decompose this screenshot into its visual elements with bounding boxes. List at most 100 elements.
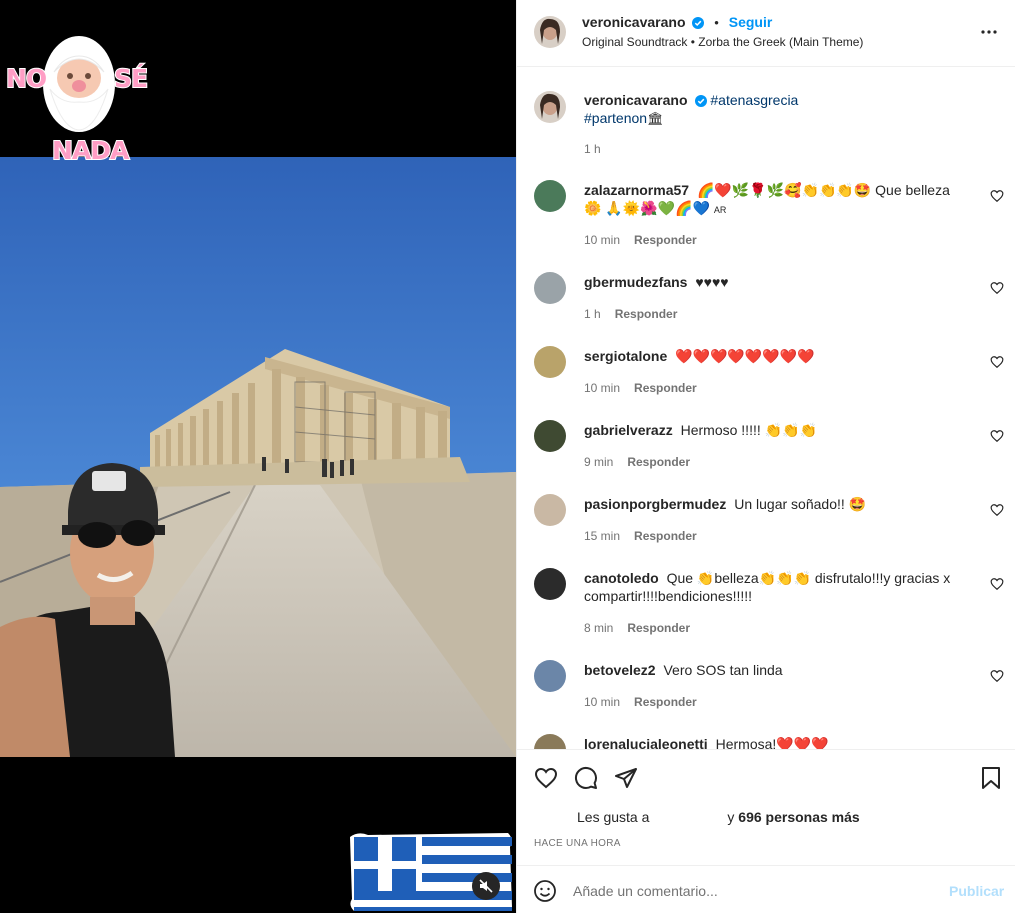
- comment-body: gabrielverazz Hermoso !!!!! 👏👏👏: [584, 421, 964, 439]
- comment-username[interactable]: canotoledo: [584, 570, 659, 586]
- comment-suffix: AR: [713, 205, 727, 215]
- comment-avatar[interactable]: [534, 346, 566, 378]
- hashtag-partenon[interactable]: #partenon: [584, 110, 647, 126]
- paper-plane-icon[interactable]: [614, 766, 638, 790]
- comment-time[interactable]: 10 min: [584, 381, 620, 395]
- comment-text: Hermosa!❤️❤️❤️: [715, 736, 829, 749]
- comment-like-heart-icon[interactable]: [990, 577, 1004, 591]
- comment-like-heart-icon[interactable]: [990, 429, 1004, 443]
- caption-username[interactable]: veronicavarano: [584, 92, 688, 108]
- comment-like-heart-icon[interactable]: [990, 189, 1004, 203]
- mute-button[interactable]: [472, 872, 500, 900]
- author-avatar[interactable]: [534, 16, 566, 48]
- comment-avatar[interactable]: [534, 494, 566, 526]
- comment-meta: 8 min Responder: [584, 621, 690, 635]
- likes-connector: y: [727, 809, 735, 825]
- comment-like-heart-icon[interactable]: [990, 669, 1004, 683]
- comment-like-heart-icon[interactable]: [990, 503, 1004, 517]
- comment-icon[interactable]: [574, 766, 598, 790]
- comment-username[interactable]: pasionporgbermudez: [584, 496, 726, 512]
- comment-text: Hermoso !!!!! 👏👏👏: [680, 422, 817, 438]
- reply-button[interactable]: Responder: [615, 307, 678, 321]
- post-photo: [0, 157, 516, 757]
- comment-like-heart-icon[interactable]: [990, 281, 1004, 295]
- comment-avatar[interactable]: [534, 660, 566, 692]
- likes-count[interactable]: 696 personas más: [738, 809, 859, 825]
- comment-avatar[interactable]: [534, 734, 566, 749]
- audio-track-link[interactable]: Original Soundtrack • Zorba the Greek (M…: [582, 35, 863, 49]
- comment-time[interactable]: 15 min: [584, 529, 620, 543]
- reply-button[interactable]: Responder: [634, 381, 697, 395]
- post-side-panel: veronicavarano • Seguir Original Soundtr…: [516, 0, 1015, 913]
- likes-prefix: Les gusta a: [577, 809, 650, 825]
- comment-avatar[interactable]: [534, 568, 566, 600]
- comment-time[interactable]: 8 min: [584, 621, 613, 635]
- caption-time: 1 h: [584, 142, 601, 156]
- temple-emoji: 🏛: [647, 111, 664, 126]
- comment-time[interactable]: 1 h: [584, 307, 601, 321]
- comment-meta: 1 h Responder: [584, 307, 677, 321]
- verified-badge-icon: [692, 17, 705, 29]
- post-timestamp[interactable]: HACE UNA HORA: [534, 838, 621, 849]
- add-comment-bar: Publicar: [517, 865, 1015, 913]
- follow-button[interactable]: Seguir: [729, 14, 773, 30]
- comment-body: sergiotalone ❤️❤️❤️❤️❤️❤️❤️❤️: [584, 347, 964, 365]
- comment-username[interactable]: betovelez2: [584, 662, 656, 678]
- comment-body: zalazarnorma57 🌈❤️🌿🌹🌿🥰👏👏👏🤩 Que belleza 🌼…: [584, 181, 964, 219]
- comments-list[interactable]: veronicavarano #atenasgrecia #partenon🏛 …: [517, 67, 1015, 749]
- smiley-icon[interactable]: [533, 879, 557, 903]
- comment-text: ❤️❤️❤️❤️❤️❤️❤️❤️: [675, 348, 815, 364]
- comment-input[interactable]: [573, 877, 933, 905]
- comment-body: pasionporgbermudez Un lugar soñado!! 🤩: [584, 495, 964, 513]
- reply-button[interactable]: Responder: [627, 455, 690, 469]
- likes-summary: Les gusta a y 696 personas más: [577, 809, 860, 825]
- comment-username[interactable]: zalazarnorma57: [584, 182, 689, 198]
- reply-button[interactable]: Responder: [634, 695, 697, 709]
- comment-text: Un lugar soñado!! 🤩: [734, 496, 867, 512]
- no-se-nada-sticker: NO SÉ NADA: [4, 30, 149, 170]
- comment-username[interactable]: lorenalucialeonetti: [584, 736, 708, 749]
- author-username[interactable]: veronicavarano: [582, 14, 686, 30]
- comment-meta: 10 min Responder: [584, 233, 697, 247]
- comment-meta: 10 min Responder: [584, 695, 697, 709]
- greek-flag-sticker: [350, 833, 512, 911]
- publish-button[interactable]: Publicar: [949, 883, 1004, 899]
- sticker-word-nada: NADA: [51, 135, 130, 166]
- comment-body: gbermudezfans ♥♥♥♥: [584, 273, 964, 291]
- verified-badge-icon: [694, 95, 707, 107]
- comment-avatar[interactable]: [534, 420, 566, 452]
- sticker-word-no: NO: [5, 63, 48, 94]
- comment-meta: 15 min Responder: [584, 529, 697, 543]
- caption-timestamp[interactable]: 1 h: [584, 142, 601, 156]
- comment-time[interactable]: 10 min: [584, 695, 620, 709]
- comment-text: ♥♥♥♥: [695, 274, 729, 290]
- comment-time[interactable]: 10 min: [584, 233, 620, 247]
- comment-body: lorenalucialeonetti Hermosa!❤️❤️❤️: [584, 735, 964, 749]
- sticker-word-se: SÉ: [113, 63, 149, 94]
- comment-avatar[interactable]: [534, 180, 566, 212]
- comment-like-heart-icon[interactable]: [990, 355, 1004, 369]
- comment-body: canotoledo Que 👏belleza👏👏👏 disfrutalo!!!…: [584, 569, 964, 605]
- post-media[interactable]: NO SÉ NADA: [0, 0, 516, 913]
- santa-face-icon: [43, 36, 115, 132]
- speaker-muted-icon: [479, 879, 493, 893]
- more-options-icon[interactable]: [979, 22, 999, 42]
- comment-username[interactable]: sergiotalone: [584, 348, 667, 364]
- comment-avatar[interactable]: [534, 272, 566, 304]
- header-title-line: veronicavarano • Seguir: [582, 14, 772, 30]
- reply-button[interactable]: Responder: [634, 529, 697, 543]
- comment-username[interactable]: gabrielverazz: [584, 422, 673, 438]
- post-header: veronicavarano • Seguir Original Soundtr…: [517, 0, 1015, 67]
- post-actions: Les gusta a y 696 personas más HACE UNA H…: [517, 749, 1015, 865]
- comment-username[interactable]: gbermudezfans: [584, 274, 687, 290]
- comment-text: Vero SOS tan linda: [663, 662, 783, 678]
- heart-icon[interactable]: [534, 766, 558, 790]
- reply-button[interactable]: Responder: [634, 233, 697, 247]
- separator-dot: •: [714, 15, 719, 30]
- comment-time[interactable]: 9 min: [584, 455, 613, 469]
- caption-avatar[interactable]: [534, 91, 566, 123]
- caption-text: veronicavarano #atenasgrecia #partenon🏛: [584, 91, 964, 128]
- hashtag-atenasgrecia[interactable]: #atenasgrecia: [710, 92, 798, 108]
- reply-button[interactable]: Responder: [627, 621, 690, 635]
- bookmark-icon[interactable]: [979, 766, 1003, 790]
